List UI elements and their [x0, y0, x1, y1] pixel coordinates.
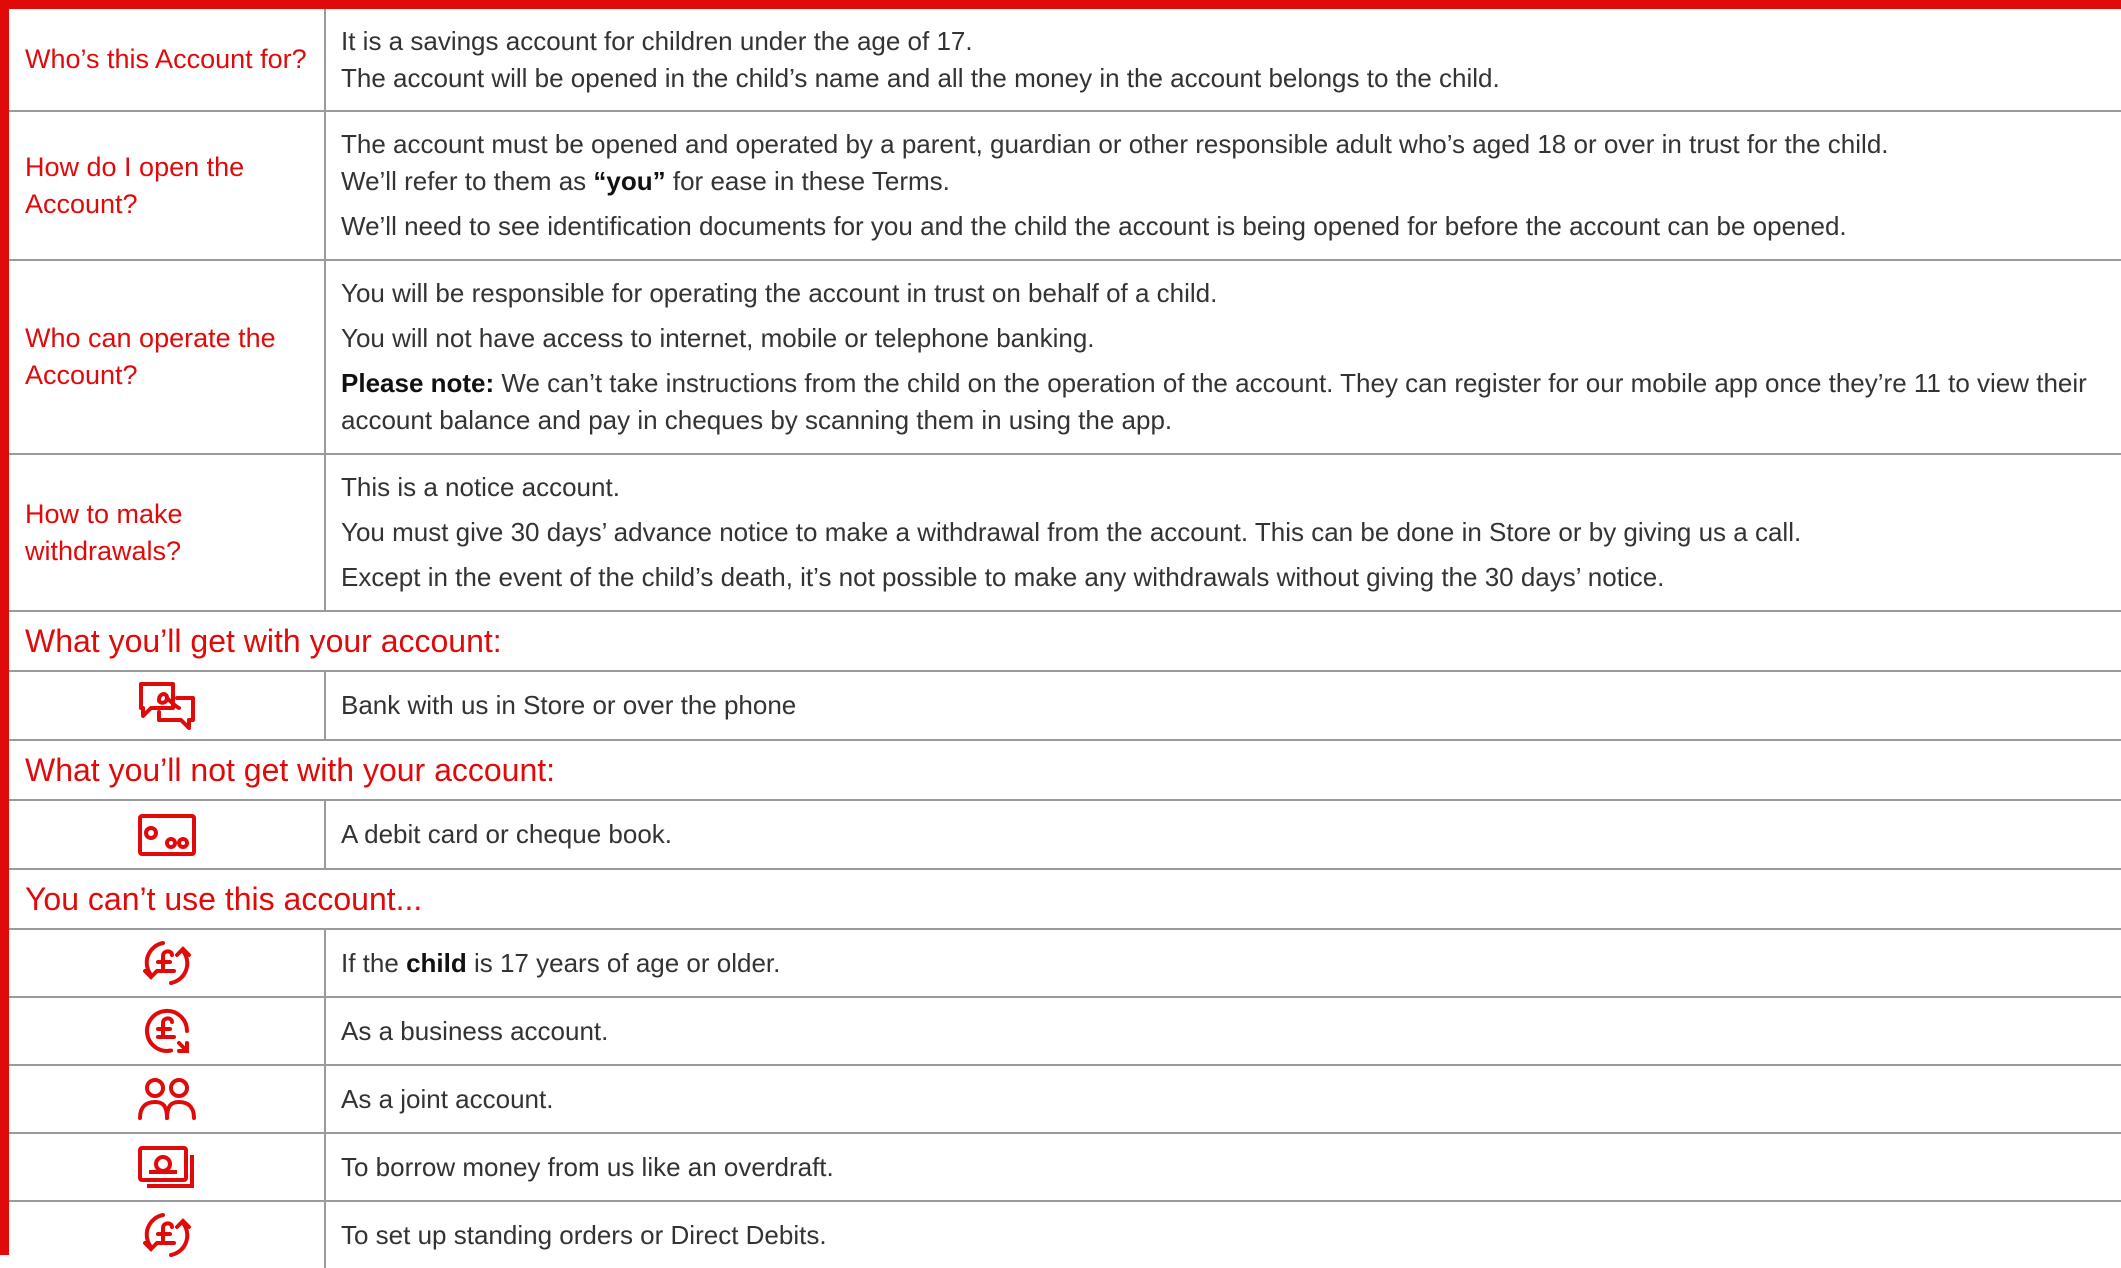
you-term: “you”: [593, 166, 666, 196]
answer-line: Except in the event of the child’s death…: [341, 562, 1665, 592]
section-what-you-not-get: What you’ll not get with your account:: [9, 740, 2121, 801]
list-item: Bank with us in Store or over the phone: [9, 671, 2121, 741]
list-item-text-part: is 17 years of age or older.: [473, 947, 781, 978]
answer-line: This is a notice account.: [341, 472, 620, 502]
section-cant-use: You can’t use this account...: [9, 869, 2121, 930]
answer-line: We’ll need to see identification documen…: [341, 211, 1847, 241]
pound-business-icon: [9, 997, 326, 1066]
answer-line: You will not have access to internet, mo…: [341, 323, 1095, 353]
answer-line: The account must be opened and operated …: [341, 126, 2107, 200]
question-who-operate: Who can operate the Account?: [9, 260, 326, 455]
list-item: If the child is 17 years of age or older…: [9, 929, 2121, 998]
answer-text: We’ll refer to them as: [341, 166, 587, 196]
list-item: As a business account.: [9, 997, 2121, 1066]
note-label: Please note:: [341, 368, 495, 398]
answer-withdrawals: This is a notice account. You must give …: [325, 454, 2121, 612]
section-heading: You can’t use this account...: [9, 869, 2121, 930]
section-what-you-get: What you’ll get with your account:: [9, 611, 2121, 672]
card-icon: [9, 800, 326, 870]
terms-sheet: Who’s this Account for? It is a savings …: [9, 9, 2121, 1268]
list-item-text: A debit card or cheque book.: [325, 800, 2121, 870]
pound-cycle-icon: [9, 929, 326, 998]
chat-bubbles-icon: [9, 671, 326, 741]
answer-who-for: It is a savings account for children und…: [325, 9, 2121, 112]
question-withdrawals: How to make withdrawals?: [9, 454, 326, 612]
list-item-text: Bank with us in Store or over the phone: [325, 671, 2121, 741]
list-item-text: To set up standing orders or Direct Debi…: [341, 1219, 827, 1250]
answer-line: The account will be opened in the child’…: [341, 62, 1500, 93]
answer-how-open: The account must be opened and operated …: [325, 111, 2121, 261]
answer-line: It is a savings account for children und…: [341, 25, 973, 56]
list-item-text: As a joint account.: [325, 1065, 2121, 1134]
pound-cycle-icon: [9, 1201, 326, 1268]
answer-who-operate: You will be responsible for operating th…: [325, 260, 2121, 455]
answer-text: for ease in these Terms.: [672, 166, 950, 196]
answer-line: You will be responsible for operating th…: [341, 278, 1218, 308]
row-who-operate: Who can operate the Account? You will be…: [9, 260, 2121, 455]
left-accent-bar: [0, 0, 9, 1255]
list-item: As a joint account.: [9, 1065, 2121, 1134]
answer-line: You must give 30 days’ advance notice to…: [341, 517, 1802, 547]
list-item-text-part: If the: [341, 947, 399, 978]
list-item-text: As a business account.: [325, 997, 2121, 1066]
question-how-open: How do I open the Account?: [9, 111, 326, 261]
section-heading: What you’ll get with your account:: [9, 611, 2121, 672]
row-how-open: How do I open the Account? The account m…: [9, 111, 2121, 261]
answer-line: Please note: We can’t take instructions …: [341, 365, 2107, 439]
list-item: To set up standing orders or Direct Debi…: [9, 1201, 2121, 1268]
list-item: To borrow money from us like an overdraf…: [9, 1133, 2121, 1202]
answer-text: The account must be opened and operated …: [341, 129, 1889, 159]
question-who-for: Who’s this Account for?: [9, 9, 326, 112]
row-withdrawals: How to make withdrawals? This is a notic…: [9, 454, 2121, 612]
child-term: child: [406, 947, 467, 978]
note-text: We can’t take instructions from the chil…: [341, 368, 2087, 435]
terms-table: Who’s this Account for? It is a savings …: [9, 9, 2121, 1268]
cash-icon: [9, 1133, 326, 1202]
row-who-for: Who’s this Account for? It is a savings …: [9, 9, 2121, 112]
section-heading: What you’ll not get with your account:: [9, 740, 2121, 801]
people-icon: [9, 1065, 326, 1134]
list-item-text: If the child is 17 years of age or older…: [325, 929, 2121, 998]
list-item: A debit card or cheque book.: [9, 800, 2121, 870]
list-item-text: To borrow money from us like an overdraf…: [325, 1133, 2121, 1202]
top-accent-bar: [0, 0, 2121, 9]
